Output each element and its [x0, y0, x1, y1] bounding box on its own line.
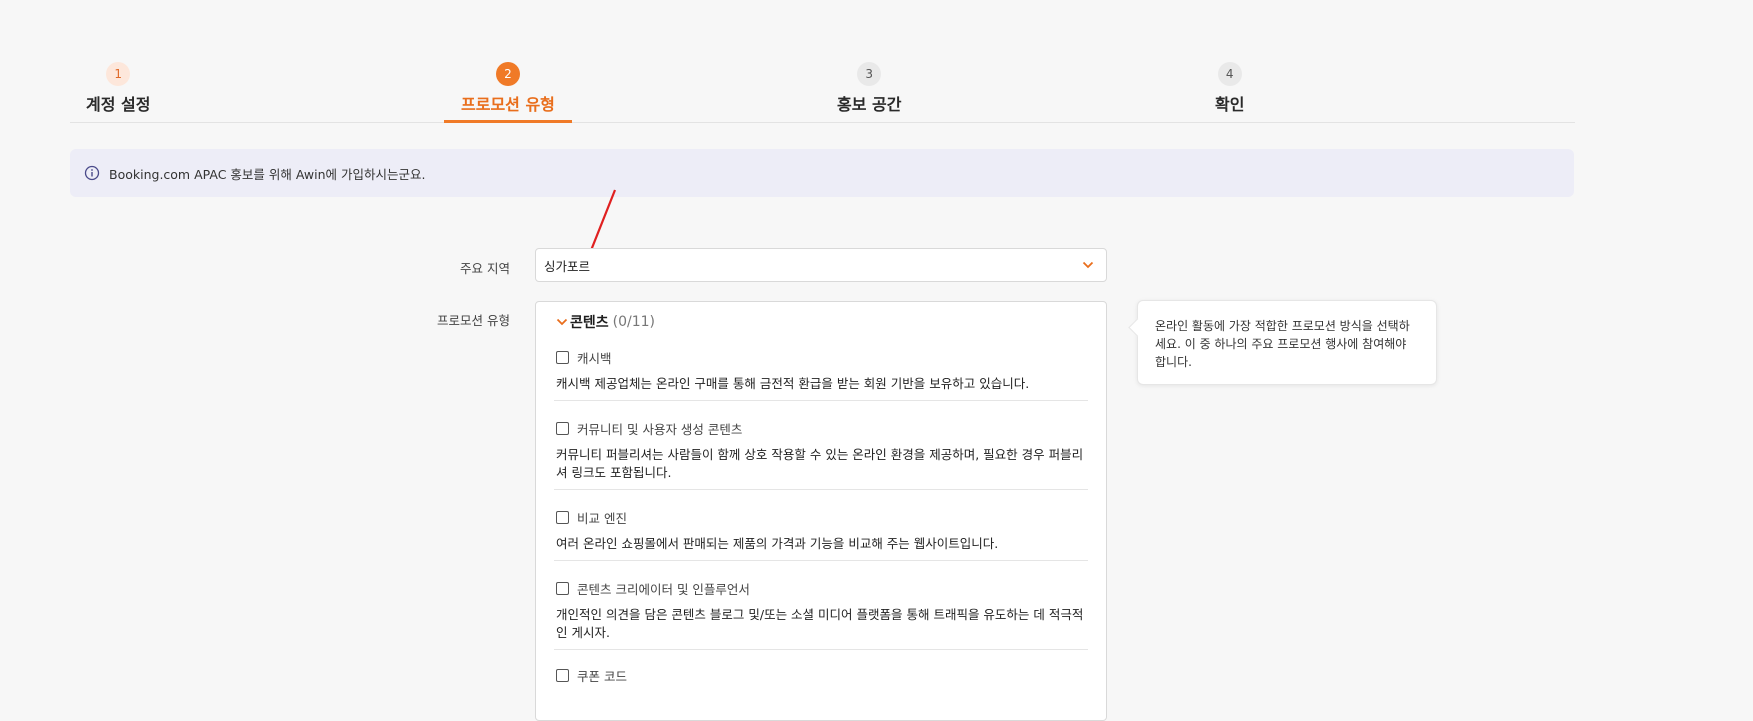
step-promotion-type[interactable]: 2 프로모션 유형: [444, 62, 572, 123]
step-number: 3: [857, 62, 882, 86]
stepper-divider: [70, 122, 1575, 123]
step-number: 2: [495, 62, 520, 86]
tooltip-text: 온라인 활동에 가장 적합한 프로모션 방식을 선택하세요. 이 중 하나의 주…: [1155, 319, 1410, 369]
chevron-down-icon: [1082, 261, 1094, 269]
info-icon: [84, 165, 100, 181]
step-label: 프로모션 유형: [461, 95, 555, 114]
step-confirm[interactable]: 4 확인: [1215, 62, 1244, 115]
comparison-engine-checkbox[interactable]: [556, 511, 569, 524]
step-label: 계정 설정: [86, 95, 151, 114]
step-promo-space[interactable]: 3 홍보 공간: [837, 62, 901, 115]
content-creator-checkbox[interactable]: [556, 582, 569, 595]
help-tooltip: 온라인 활동에 가장 적합한 프로모션 방식을 선택하세요. 이 중 하나의 주…: [1137, 300, 1437, 385]
option-divider: [554, 489, 1088, 490]
option-description: 커뮤니티 퍼블리셔는 사람들이 함께 상호 작용할 수 있는 온라인 환경을 제…: [556, 447, 1084, 480]
content-group-title: 콘텐츠: [570, 315, 609, 331]
chevron-down-icon: [556, 318, 568, 326]
region-select[interactable]: 싱가포르: [535, 248, 1107, 282]
option-content-creator: 콘텐츠 크리에이터 및 인플루언서 개인적인 의견을 담은 콘텐츠 블로그 및/…: [554, 579, 1088, 650]
option-community-ugc: 커뮤니티 및 사용자 생성 콘텐츠 커뮤니티 퍼블리셔는 사람들이 함께 상호 …: [554, 419, 1088, 490]
option-divider: [554, 400, 1088, 401]
step-number: 4: [1217, 62, 1242, 86]
step-label: 확인: [1215, 95, 1245, 114]
step-number: 1: [106, 62, 131, 86]
option-divider: [554, 649, 1088, 650]
cashback-checkbox[interactable]: [556, 351, 569, 364]
coupon-code-checkbox[interactable]: [556, 669, 569, 682]
promotion-type-label: 프로모션 유형: [437, 313, 510, 328]
community-ugc-checkbox[interactable]: [556, 422, 569, 435]
info-banner: Booking.com APAC 홍보를 위해 Awin에 가입하시는군요.: [70, 149, 1574, 197]
option-cashback: 캐시백 캐시백 제공업체는 온라인 구매를 통해 금전적 환급을 받는 회원 기…: [554, 348, 1088, 401]
banner-text: Booking.com APAC 홍보를 위해 Awin에 가입하시는군요.: [109, 166, 426, 182]
option-name: 캐시백: [577, 351, 612, 366]
option-description: 여러 온라인 쇼핑몰에서 판매되는 제품의 가격과 기능을 비교해 주는 웹사이…: [556, 536, 999, 551]
option-name: 콘텐츠 크리에이터 및 인플루언서: [577, 582, 750, 597]
option-description: 캐시백 제공업체는 온라인 구매를 통해 금전적 환급을 받는 회원 기반을 보…: [556, 376, 1030, 391]
option-name: 비교 엔진: [577, 511, 627, 526]
option-comparison-engine: 비교 엔진 여러 온라인 쇼핑몰에서 판매되는 제품의 가격과 기능을 비교해 …: [554, 508, 1088, 561]
step-progress: 1 계정 설정 2 프로모션 유형 3 홍보 공간 4 확인: [70, 52, 1575, 124]
option-coupon-code: 쿠폰 코드: [556, 666, 1088, 685]
option-description: 개인적인 의견을 담은 콘텐츠 블로그 및/또는 소셜 미디어 플랫폼을 통해 …: [556, 607, 1084, 640]
step-account-settings[interactable]: 1 계정 설정: [86, 62, 150, 115]
step-label: 홍보 공간: [837, 95, 902, 114]
content-group-header[interactable]: 콘텐츠 (0/11): [556, 312, 655, 332]
option-name: 커뮤니티 및 사용자 생성 콘텐츠: [577, 422, 743, 437]
promotion-type-panel: 콘텐츠 (0/11) 캐시백 캐시백 제공업체는 온라인 구매를 통해 금전적 …: [535, 301, 1107, 721]
region-value: 싱가포르: [544, 258, 591, 274]
content-group-count: (0/11): [612, 314, 656, 330]
region-label: 주요 지역: [460, 261, 510, 276]
option-name: 쿠폰 코드: [577, 669, 627, 684]
option-divider: [554, 560, 1088, 561]
